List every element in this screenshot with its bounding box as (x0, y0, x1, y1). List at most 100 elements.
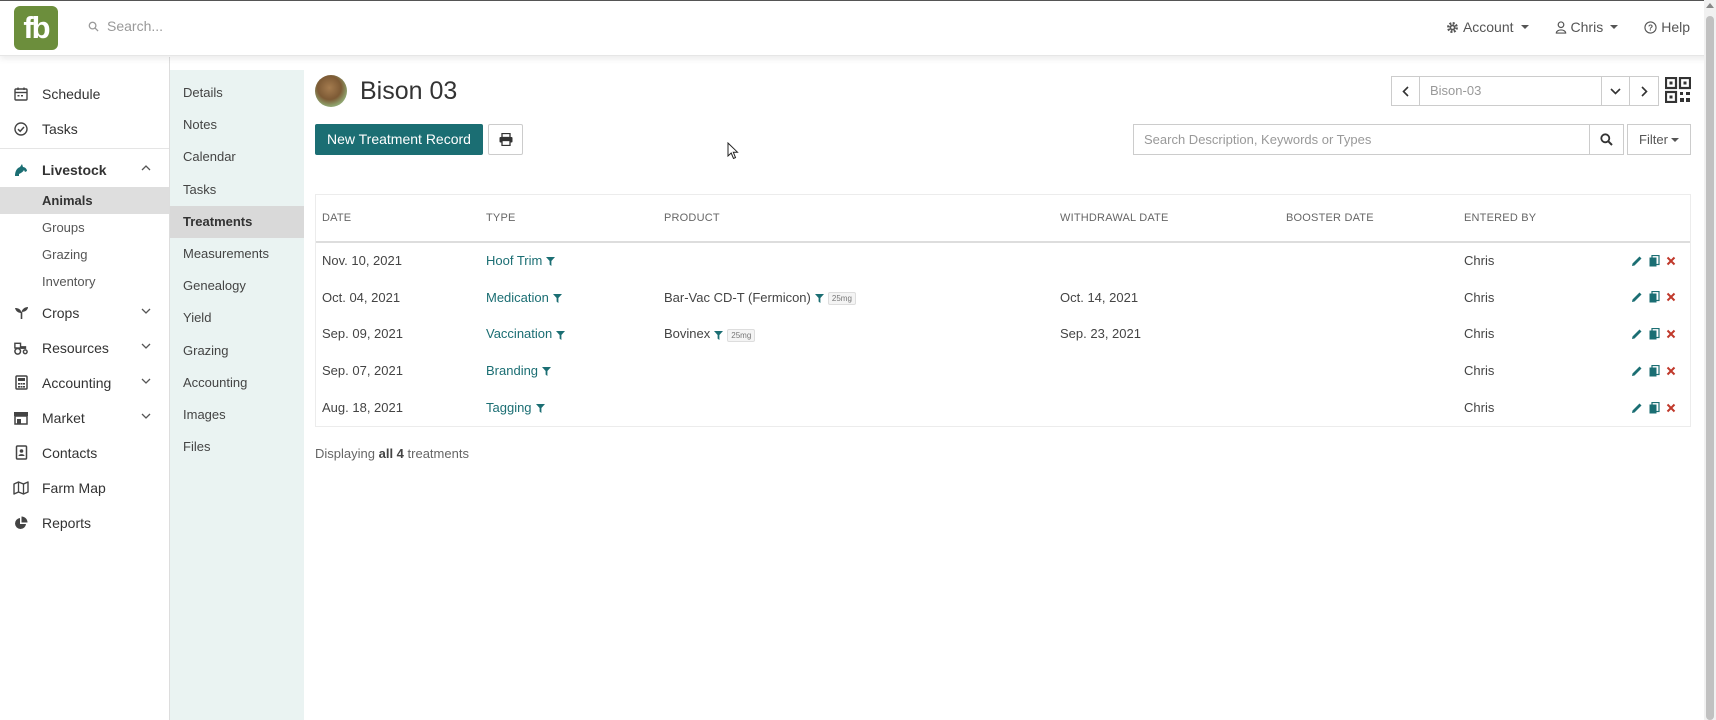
delete-x-icon[interactable] (1666, 403, 1676, 413)
chevron-down-icon (141, 308, 151, 314)
delete-x-icon[interactable] (1666, 292, 1676, 302)
column-header-booster-date[interactable]: BOOSTER DATE (1280, 195, 1458, 243)
main-sidebar: Schedule Tasks Livestock Animals Groups … (0, 57, 170, 720)
type-link[interactable]: Branding (486, 363, 538, 378)
column-header-date[interactable]: DATE (316, 195, 480, 243)
subnav-item-yield[interactable]: Yield (170, 302, 304, 334)
subnav-item-details[interactable]: Details (170, 77, 304, 109)
cell-type: Hoof Trim (480, 242, 658, 279)
treatment-search-input[interactable] (1133, 124, 1590, 155)
global-search-input[interactable] (107, 18, 407, 34)
animal-subnav: Details Notes Calendar Tasks Treatments … (170, 70, 304, 720)
sidebar-subitem-grazing[interactable]: Grazing (0, 241, 169, 268)
subnav-item-treatments[interactable]: Treatments (170, 205, 304, 238)
cell-booster-date (1280, 242, 1458, 279)
sidebar-item-crops[interactable]: Crops (0, 295, 169, 330)
subnav-item-notes[interactable]: Notes (170, 109, 304, 141)
subnav-item-calendar[interactable]: Calendar (170, 141, 304, 173)
edit-pencil-icon[interactable] (1631, 402, 1643, 414)
column-header-entered-by[interactable]: ENTERED BY (1458, 195, 1592, 243)
edit-pencil-icon[interactable] (1631, 255, 1643, 267)
subnav-item-images[interactable]: Images (170, 399, 304, 431)
sidebar-item-label: Reports (42, 514, 92, 531)
print-button[interactable] (488, 124, 523, 155)
user-icon (1555, 20, 1567, 34)
filter-icon[interactable] (546, 257, 556, 267)
copy-icon[interactable] (1649, 401, 1660, 414)
edit-pencil-icon[interactable] (1631, 365, 1643, 377)
product-name: Bar-Vac CD-T (Fermicon) (664, 289, 811, 305)
column-header-withdrawal-date[interactable]: WITHDRAWAL DATE (1054, 195, 1280, 243)
filter-icon[interactable] (814, 293, 824, 303)
cell-product: Bovinex 25mg (658, 316, 1054, 353)
sidebar-item-livestock[interactable]: Livestock (0, 152, 169, 187)
results-summary: Displaying all 4 treatments (315, 446, 469, 461)
calculator-icon (13, 375, 29, 391)
sidebar-item-reports[interactable]: Reports (0, 505, 169, 540)
filter-dropdown-button[interactable]: Filter (1627, 124, 1691, 155)
type-link[interactable]: Vaccination (486, 326, 552, 341)
chevron-up-icon (141, 165, 151, 171)
page-scrollbar[interactable] (1704, 0, 1716, 720)
previous-animal-button[interactable] (1391, 76, 1420, 106)
type-link[interactable]: Tagging (486, 400, 532, 415)
sidebar-item-accounting[interactable]: Accounting (0, 365, 169, 400)
cell-actions (1592, 316, 1690, 353)
new-treatment-record-button[interactable]: New Treatment Record (315, 124, 483, 155)
cell-date: Sep. 07, 2021 (322, 363, 403, 379)
copy-icon[interactable] (1649, 254, 1660, 267)
cell-entered-by: Chris (1464, 363, 1495, 379)
sidebar-item-tasks[interactable]: Tasks (0, 111, 169, 146)
help-link[interactable]: ? Help (1644, 19, 1690, 35)
tractor-icon (13, 340, 29, 356)
user-menu[interactable]: Chris (1555, 19, 1619, 35)
delete-x-icon[interactable] (1666, 329, 1676, 339)
column-header-product[interactable]: PRODUCT (658, 195, 1054, 243)
subnav-item-genealogy[interactable]: Genealogy (170, 270, 304, 302)
subnav-item-tasks[interactable]: Tasks (170, 174, 304, 206)
column-header-type[interactable]: TYPE (480, 195, 658, 243)
next-animal-button[interactable] (1630, 76, 1659, 106)
sidebar-subitem-animals[interactable]: Animals (0, 187, 169, 214)
sidebar-subitem-groups[interactable]: Groups (0, 214, 169, 241)
subnav-item-measurements[interactable]: Measurements (170, 238, 304, 270)
filter-icon[interactable] (552, 293, 562, 303)
filter-icon[interactable] (556, 330, 566, 340)
product-name: Bovinex (664, 326, 711, 342)
filter-icon[interactable] (714, 330, 724, 340)
copy-icon[interactable] (1649, 364, 1660, 377)
copy-icon[interactable] (1649, 327, 1660, 340)
filter-icon[interactable] (535, 404, 545, 414)
sidebar-item-farm-map[interactable]: Farm Map (0, 470, 169, 505)
account-menu[interactable]: Account (1446, 19, 1529, 35)
delete-x-icon[interactable] (1666, 366, 1676, 376)
animal-picker-field[interactable]: Bison-03 (1420, 76, 1601, 106)
copy-icon[interactable] (1649, 291, 1660, 303)
caret-down-icon (1670, 137, 1679, 142)
edit-pencil-icon[interactable] (1631, 328, 1643, 340)
sidebar-item-contacts[interactable]: Contacts (0, 435, 169, 470)
animal-dropdown-button[interactable] (1601, 76, 1630, 106)
sidebar-item-schedule[interactable]: Schedule (0, 76, 169, 111)
app-logo[interactable]: fb (14, 6, 58, 50)
subnav-item-accounting[interactable]: Accounting (170, 367, 304, 399)
search-icon (1600, 133, 1613, 146)
search-icon (88, 21, 99, 32)
scrollbar-thumb[interactable] (1706, 16, 1714, 720)
type-link[interactable]: Medication (486, 290, 549, 305)
subnav-item-files[interactable]: Files (170, 431, 304, 463)
sidebar-subitem-inventory[interactable]: Inventory (0, 268, 169, 295)
page-header: Bison 03 (315, 75, 457, 107)
summary-suffix: treatments (407, 446, 469, 461)
sidebar-item-market[interactable]: Market (0, 400, 169, 435)
scroll-up-arrow-icon[interactable] (1706, 3, 1714, 8)
sidebar-item-resources[interactable]: Resources (0, 330, 169, 365)
delete-x-icon[interactable] (1666, 256, 1676, 266)
type-link[interactable]: Hoof Trim (486, 253, 542, 268)
search-button[interactable] (1589, 124, 1624, 155)
qr-code-icon[interactable] (1665, 77, 1691, 103)
filter-icon[interactable] (542, 367, 552, 377)
subnav-item-grazing[interactable]: Grazing (170, 335, 304, 367)
edit-pencil-icon[interactable] (1631, 291, 1643, 303)
cell-booster-date (1280, 389, 1458, 426)
